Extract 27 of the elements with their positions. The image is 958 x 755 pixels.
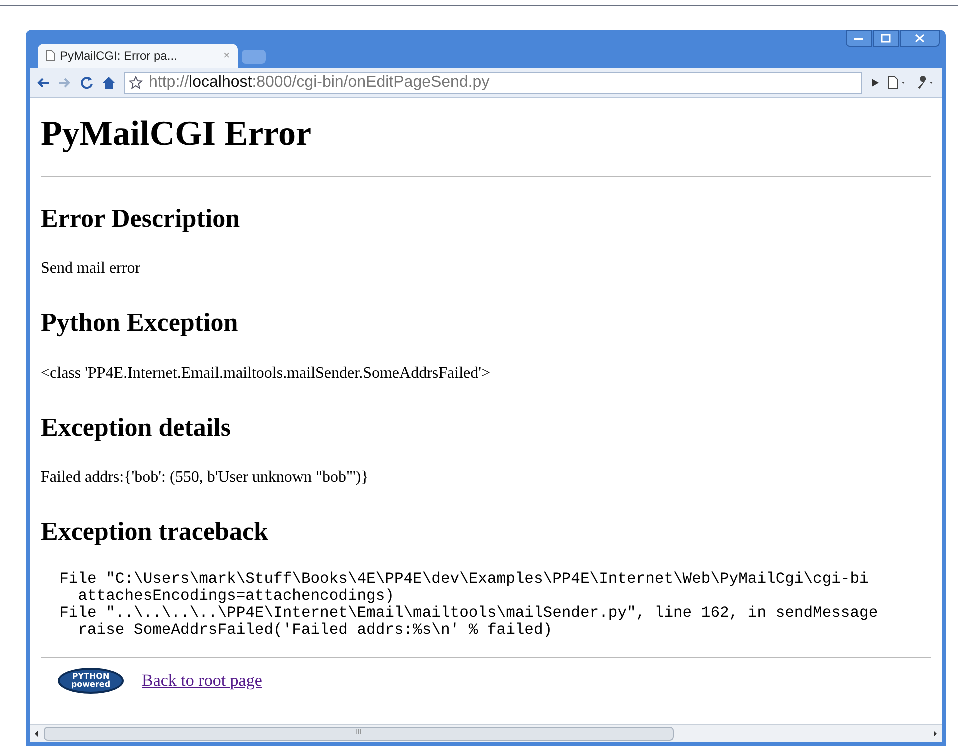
section-text: Send mail error xyxy=(41,259,142,280)
maximize-icon xyxy=(881,34,891,43)
star-icon[interactable] xyxy=(129,76,143,90)
section-text: Failed addrs:{'bob': (550, b'User unknown "bob"')} xyxy=(41,468,370,488)
minimize-icon xyxy=(854,36,864,40)
root-page-link[interactable]: Back to root page xyxy=(142,668,262,694)
close-window-button[interactable] xyxy=(900,30,940,47)
section-heading: Python Exception xyxy=(41,307,240,340)
close-icon xyxy=(915,34,925,43)
tab-title: PyMailCGI: Error pa... xyxy=(60,48,178,65)
maximize-button[interactable] xyxy=(873,30,899,47)
minimize-button[interactable] xyxy=(846,30,872,47)
page-menu-icon[interactable] xyxy=(888,76,908,90)
traceback-text: File "C:\Users\mark\Stuff\Books\4E\PP4E\dev\Examples\PP4E\Internet\Web\PyMailCgi\cgi-bi attachesEncodings=attachencodings) File "..\..\..\..\PP4E\Internet\Email\mailtools\mailSender.py", line 162, in sendMessage raise SomeAddrsFailed('Failed addrs:%s\n' % failed) xyxy=(58,570,880,639)
back-icon[interactable] xyxy=(36,76,50,88)
python-powered-logo: PYTHON powered xyxy=(58,668,124,694)
page-heading: PyMailCGI Error xyxy=(41,113,313,155)
home-icon[interactable] xyxy=(102,76,116,90)
section-heading: Error Description xyxy=(41,202,242,235)
reload-icon[interactable] xyxy=(80,76,94,90)
section-heading: Exception details xyxy=(41,412,232,444)
section-text: <class 'PP4E.Internet.Email.mailtools.mailSender.SomeAddrsFailed'> xyxy=(41,364,492,384)
play-icon[interactable] xyxy=(870,78,880,88)
page-icon xyxy=(46,50,56,62)
browser-tab[interactable]: PyMailCGI: Error pa... × xyxy=(38,44,238,68)
section-heading: Exception traceback xyxy=(41,516,270,548)
address-field[interactable]: http://localhost:8000/cgi-bin/onEditPageSend.py xyxy=(124,72,862,94)
